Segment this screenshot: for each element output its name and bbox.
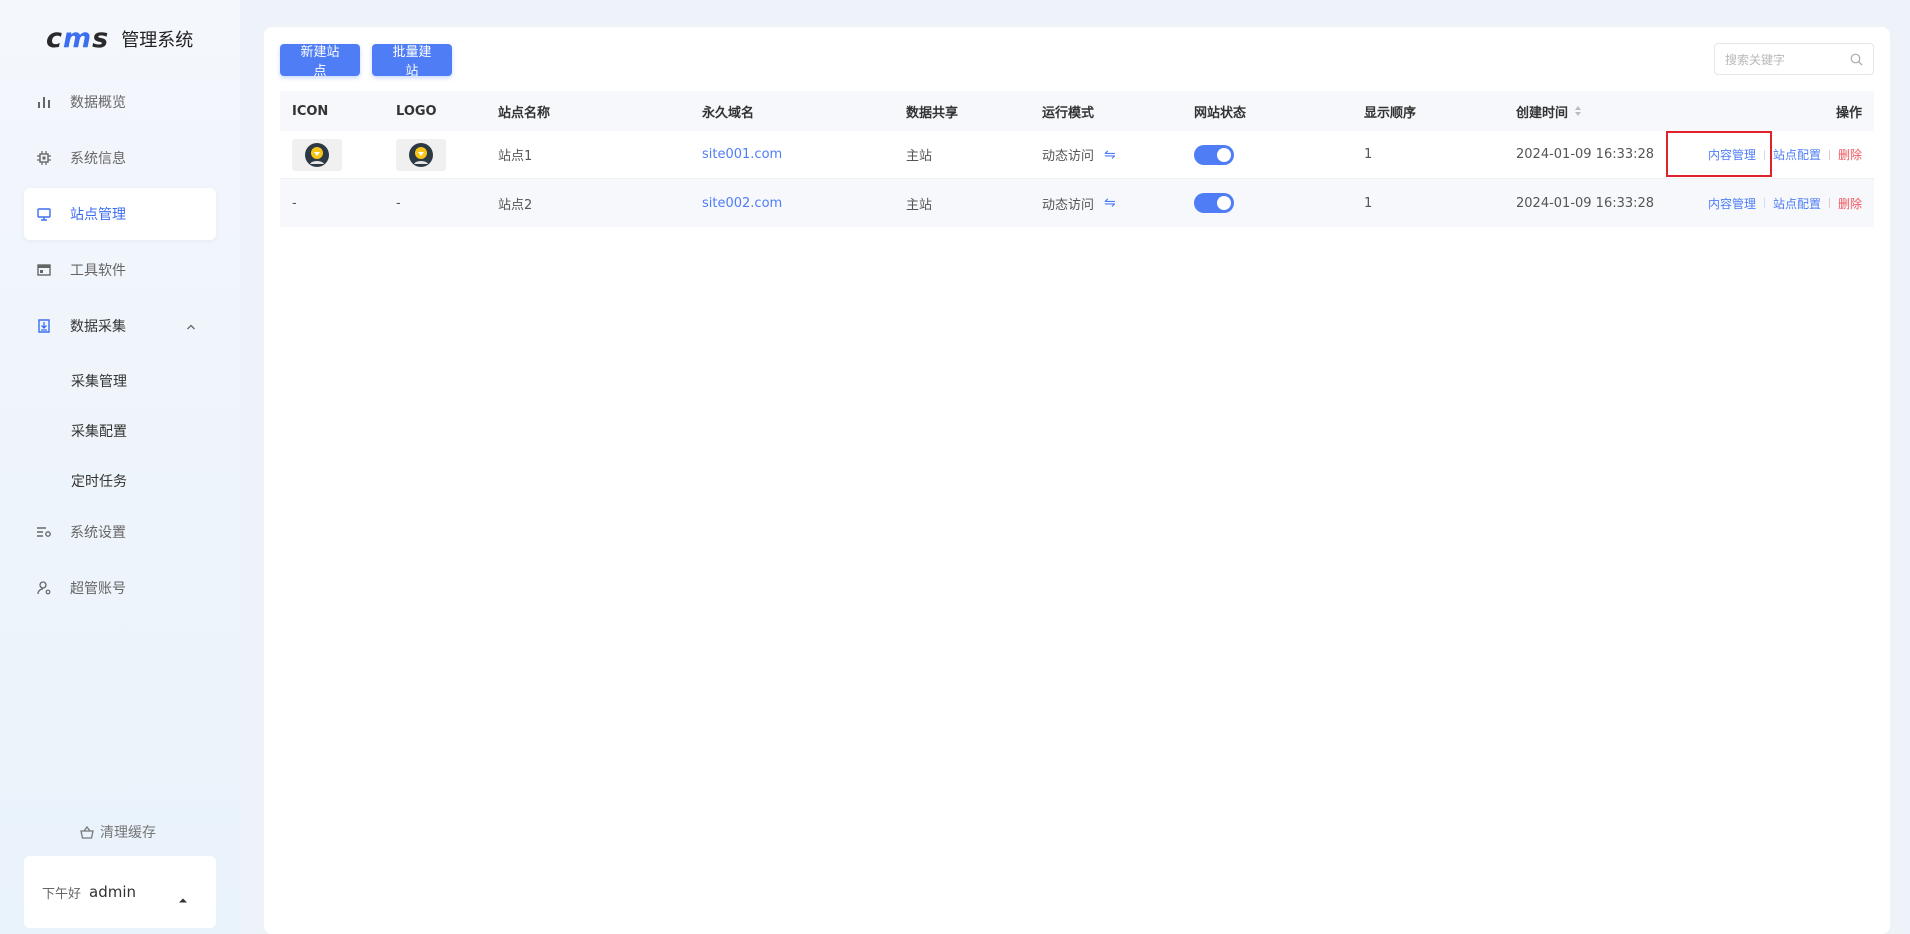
created-time: 2024-01-09 16:33:28 (1516, 195, 1655, 211)
brand-logo: cms (46, 23, 110, 54)
site-config-link[interactable]: 站点配置 (1773, 146, 1821, 163)
display-order: 1 (1364, 195, 1373, 211)
run-mode: 动态访问 ⇋ (1042, 179, 1116, 227)
site-domain-link[interactable]: site002.com (702, 179, 782, 227)
search-placeholder: 搜索关键字 (1725, 52, 1786, 67)
delete-link[interactable]: 删除 (1838, 195, 1862, 212)
greeting: 下午好 (42, 886, 82, 902)
sidebar-item-super-admin[interactable]: 超管账号 (24, 562, 216, 614)
col-header-created-label: 创建时间 (1516, 105, 1569, 121)
chevron-up-icon (186, 320, 196, 336)
sidebar-item-system-info[interactable]: 系统信息 (24, 132, 216, 184)
divider (1828, 198, 1830, 208)
col-header-domain: 永久域名 (702, 105, 755, 121)
col-header-status: 网站状态 (1194, 105, 1247, 121)
sidebar-subitem-scheduled-tasks[interactable]: 定时任务 (24, 456, 216, 506)
run-mode-label: 动态访问 (1042, 197, 1095, 213)
site-domain-link[interactable]: site001.com (702, 131, 782, 178)
clear-cache-label: 清理缓存 (100, 825, 156, 841)
sidebar-nav: 数据概览 系统信息 站点管理 工具软件 数据采集 采集管理 采集配置 定时任务 … (24, 76, 216, 618)
sidebar-subitem-collection-config[interactable]: 采集配置 (24, 406, 216, 456)
content-management-link[interactable]: 内容管理 (1708, 146, 1756, 163)
run-mode: 动态访问 ⇋ (1042, 131, 1116, 178)
row-actions: 内容管理 站点配置 删除 (1708, 131, 1862, 178)
site-logo-cell: - (396, 195, 401, 211)
brand-title: 管理系统 (121, 30, 194, 51)
sidebar-item-site-management[interactable]: 站点管理 (24, 188, 216, 240)
sidebar-item-label: 工具软件 (70, 263, 126, 279)
sidebar-item-label: 超管账号 (70, 581, 126, 597)
site-icon-cell: - (292, 195, 297, 211)
batch-site-button[interactable]: 批量建站 (372, 44, 452, 78)
site-status-cell (1194, 179, 1234, 227)
sidebar-item-system-settings[interactable]: 系统设置 (24, 506, 216, 558)
col-header-icon: ICON (292, 103, 329, 119)
settings-list-icon (36, 524, 52, 540)
sidebar: cms 管理系统 数据概览 系统信息 站点管理 工具软件 数据采集 采集管理 采… (0, 0, 240, 934)
user-menu[interactable]: 下午好 admin (24, 856, 216, 928)
username: admin (89, 883, 137, 901)
divider (1828, 149, 1830, 160)
sort-icon[interactable] (1574, 105, 1582, 117)
monitor-icon (36, 206, 52, 222)
search-icon[interactable] (1850, 53, 1863, 69)
search-input[interactable]: 搜索关键字 (1714, 43, 1874, 75)
col-header-logo: LOGO (396, 103, 437, 119)
col-header-order: 显示顺序 (1364, 105, 1417, 121)
sidebar-item-tools[interactable]: 工具软件 (24, 244, 216, 296)
table-row: 站点1 site001.com 主站 动态访问 ⇋ 1 2024-01-09 1… (280, 131, 1874, 179)
caret-up-icon (178, 888, 188, 907)
site-logo-image (396, 138, 446, 171)
col-header-name: 站点名称 (498, 105, 551, 121)
col-header-mode: 运行模式 (1042, 105, 1095, 121)
site-name: 站点2 (498, 197, 533, 213)
site-icon-cell (292, 131, 342, 178)
site-icon-image (292, 138, 342, 171)
download-box-icon (36, 318, 52, 334)
table-row: - - 站点2 site002.com 主站 动态访问 ⇋ 1 2024-01-… (280, 179, 1874, 227)
row-actions: 内容管理 站点配置 删除 (1708, 179, 1862, 227)
site-status-toggle[interactable] (1194, 193, 1234, 213)
sidebar-item-label: 站点管理 (70, 207, 126, 223)
sidebar-item-label: 数据概览 (70, 95, 126, 111)
site-name: 站点1 (498, 149, 533, 164)
created-time: 2024-01-09 16:33:28 (1516, 147, 1655, 162)
sidebar-item-data-collection[interactable]: 数据采集 (24, 300, 216, 352)
clear-cache-button[interactable]: 清理缓存 (80, 822, 156, 842)
site-logo-cell (396, 131, 446, 178)
data-share: 主站 (906, 149, 933, 164)
delete-link[interactable]: 删除 (1838, 146, 1862, 163)
sidebar-item-overview[interactable]: 数据概览 (24, 76, 216, 128)
site-status-cell (1194, 131, 1234, 178)
content-management-link[interactable]: 内容管理 (1708, 195, 1756, 212)
col-header-ops: 操作 (1835, 105, 1862, 121)
main-panel: 新建站点 批量建站 搜索关键字 ICON LOGO 站点名称 永久域名 数据共享… (264, 27, 1890, 934)
col-header-created[interactable]: 创建时间 (1516, 91, 1582, 131)
sites-table: ICON LOGO 站点名称 永久域名 数据共享 运行模式 网站状态 显示顺序 … (280, 91, 1874, 227)
col-header-share: 数据共享 (906, 105, 959, 121)
window-icon (36, 262, 52, 278)
bar-chart-icon (36, 94, 52, 110)
table-header: ICON LOGO 站点名称 永久域名 数据共享 运行模式 网站状态 显示顺序 … (280, 91, 1874, 131)
sidebar-item-label: 系统信息 (70, 151, 126, 167)
run-mode-label: 动态访问 (1042, 149, 1095, 164)
sidebar-subitem-collection-management[interactable]: 采集管理 (24, 356, 216, 406)
brand: cms 管理系统 (46, 25, 193, 53)
swap-icon[interactable]: ⇋ (1104, 147, 1116, 163)
site-config-link[interactable]: 站点配置 (1773, 195, 1821, 212)
basket-icon (80, 825, 94, 839)
user-gear-icon (36, 580, 52, 596)
sidebar-item-label: 数据采集 (70, 319, 126, 335)
sidebar-item-label: 系统设置 (70, 525, 126, 541)
new-site-button[interactable]: 新建站点 (280, 44, 360, 78)
swap-icon[interactable]: ⇋ (1104, 195, 1116, 211)
divider (1763, 198, 1765, 208)
chip-icon (36, 150, 52, 166)
divider (1763, 149, 1765, 160)
display-order: 1 (1364, 147, 1373, 162)
data-share: 主站 (906, 197, 933, 213)
site-status-toggle[interactable] (1194, 144, 1234, 165)
